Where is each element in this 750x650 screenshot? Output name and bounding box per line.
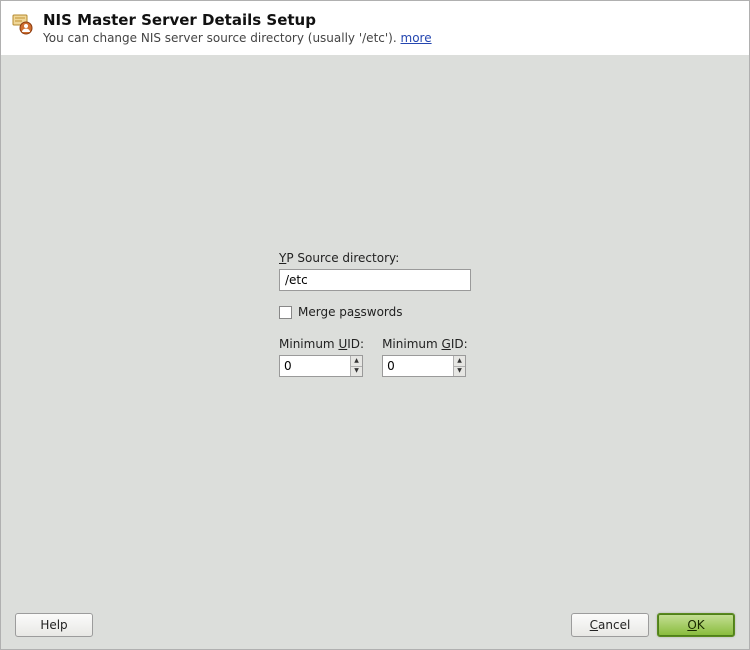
min-uid-spinner: ▲ ▼ <box>279 355 363 377</box>
min-gid-label: Minimum GID: <box>382 337 468 351</box>
yp-source-label: YP Source directory: <box>279 251 471 265</box>
subtitle-text: You can change NIS server source directo… <box>43 31 397 45</box>
header-bar: NIS Master Server Details Setup You can … <box>1 1 749 55</box>
merge-passwords-row: Merge passwords <box>279 305 471 319</box>
min-gid-group: Minimum GID: ▲ ▼ <box>382 337 468 377</box>
help-button[interactable]: Help <box>15 613 93 637</box>
server-config-icon <box>11 13 33 35</box>
content-area: YP Source directory: Merge passwords Min… <box>1 55 749 603</box>
min-gid-spin-up[interactable]: ▲ <box>454 356 465 366</box>
min-uid-input[interactable] <box>280 356 350 376</box>
page-title: NIS Master Server Details Setup <box>43 11 735 29</box>
min-gid-spin-buttons: ▲ ▼ <box>453 356 465 376</box>
min-uid-label: Minimum UID: <box>279 337 364 351</box>
header-text-block: NIS Master Server Details Setup You can … <box>43 11 735 45</box>
merge-passwords-checkbox[interactable] <box>279 306 292 319</box>
min-uid-group: Minimum UID: ▲ ▼ <box>279 337 364 377</box>
min-uid-spin-buttons: ▲ ▼ <box>350 356 362 376</box>
more-link[interactable]: more <box>401 31 432 45</box>
merge-passwords-label: Merge passwords <box>298 305 403 319</box>
cancel-button[interactable]: Cancel <box>571 613 649 637</box>
page-subtitle: You can change NIS server source directo… <box>43 31 735 45</box>
footer-bar: Help Cancel OK <box>1 603 749 649</box>
yp-source-group: YP Source directory: <box>279 251 471 291</box>
ok-button[interactable]: OK <box>657 613 735 637</box>
min-gid-input[interactable] <box>383 356 453 376</box>
window-root: NIS Master Server Details Setup You can … <box>0 0 750 650</box>
form: YP Source directory: Merge passwords Min… <box>279 251 471 377</box>
min-gid-spinner: ▲ ▼ <box>382 355 466 377</box>
min-uid-spin-down[interactable]: ▼ <box>351 366 362 377</box>
min-gid-spin-down[interactable]: ▼ <box>454 366 465 377</box>
uid-gid-row: Minimum UID: ▲ ▼ Minimum GID: <box>279 337 471 377</box>
min-uid-spin-up[interactable]: ▲ <box>351 356 362 366</box>
yp-source-input[interactable] <box>279 269 471 291</box>
